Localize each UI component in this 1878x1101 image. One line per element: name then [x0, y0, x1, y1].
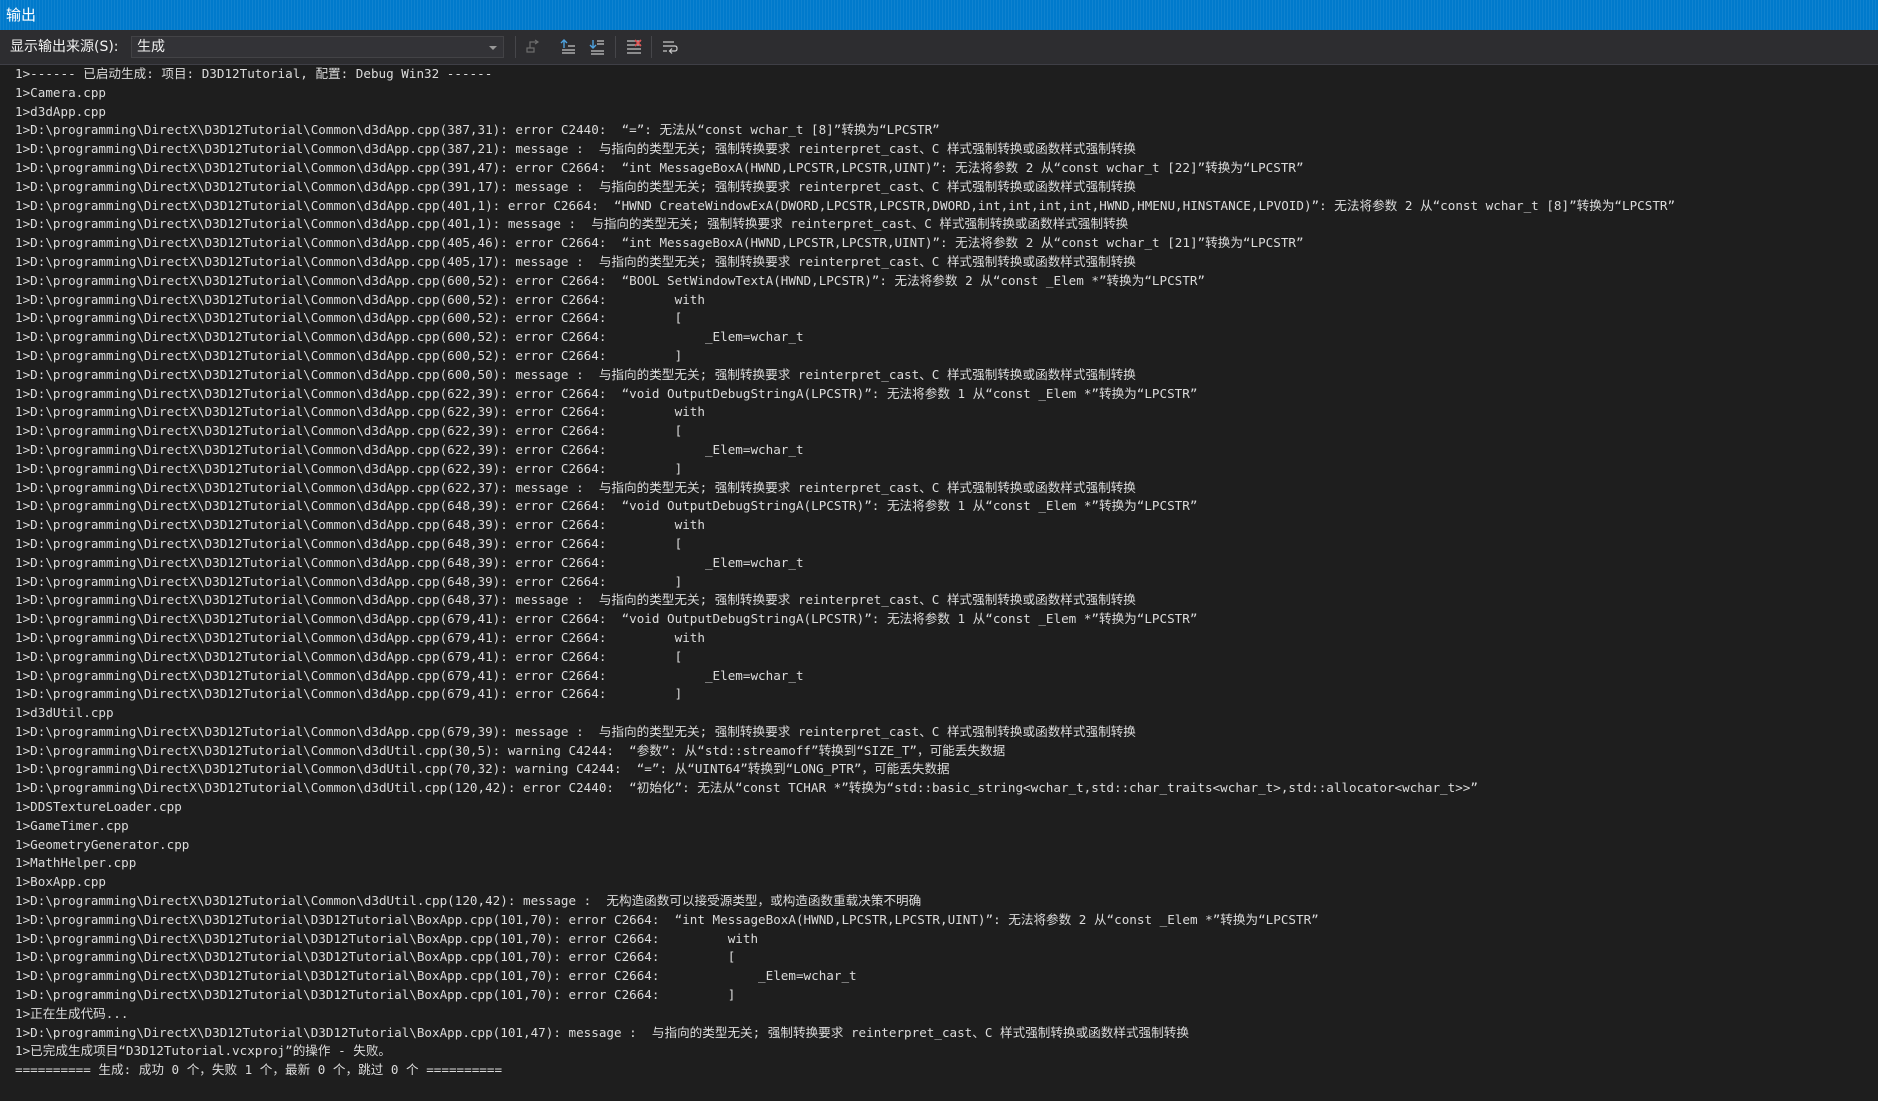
output-line: 1>D:\programming\DirectX\D3D12Tutorial\C…: [15, 648, 683, 664]
output-line: 1>D:\programming\DirectX\D3D12Tutorial\C…: [15, 611, 1198, 627]
output-line: 1>D:\programming\DirectX\D3D12Tutorial\C…: [15, 272, 1205, 288]
output-line: 1>D:\programming\DirectX\D3D12Tutorial\C…: [15, 404, 705, 420]
next-message-button[interactable]: [586, 36, 608, 58]
output-line: 1>D:\programming\DirectX\D3D12Tutorial\C…: [15, 667, 804, 683]
output-line: 1>DDSTextureLoader.cpp: [15, 799, 182, 815]
output-line: 1>D:\programming\DirectX\D3D12Tutorial\C…: [15, 178, 1136, 194]
output-toolbar: 显示输出来源(S): 生成: [0, 30, 1878, 65]
output-line: 1>d3dUtil.cpp: [15, 705, 114, 721]
output-line: 1>GameTimer.cpp: [15, 817, 129, 833]
output-line: ========== 生成: 成功 0 个，失败 1 个，最新 0 个，跳过 0…: [15, 1062, 503, 1078]
output-line: 1>D:\programming\DirectX\D3D12Tutorial\C…: [15, 761, 950, 777]
build-output-log: 1>------ 已启动生成: 项目: D3D12Tutorial, 配置: D…: [15, 65, 1878, 1080]
output-line: 1>D:\programming\DirectX\D3D12Tutorial\C…: [15, 554, 804, 570]
output-line: 1>D:\programming\DirectX\D3D12Tutorial\D…: [15, 949, 736, 965]
output-line: 1>D:\programming\DirectX\D3D12Tutorial\C…: [15, 122, 940, 138]
output-line: 1>d3dApp.cpp: [15, 103, 106, 119]
output-line: 1>D:\programming\DirectX\D3D12Tutorial\C…: [15, 723, 1136, 739]
output-line: 1>D:\programming\DirectX\D3D12Tutorial\D…: [15, 987, 736, 1003]
toolbar-separator: [515, 36, 516, 58]
output-line: 1>D:\programming\DirectX\D3D12Tutorial\C…: [15, 535, 683, 551]
output-line: 1>D:\programming\DirectX\D3D12Tutorial\C…: [15, 141, 1136, 157]
output-line: 1>D:\programming\DirectX\D3D12Tutorial\C…: [15, 423, 683, 439]
toolbar-separator: [651, 36, 652, 58]
output-line: 1>D:\programming\DirectX\D3D12Tutorial\C…: [15, 310, 683, 326]
chevron-down-icon: [489, 46, 497, 50]
output-window: 输出 显示输出来源(S): 生成 1>------ 已启动生成: 项目: D3D…: [0, 0, 1878, 1101]
output-line: 1>D:\programming\DirectX\D3D12Tutorial\C…: [15, 291, 705, 307]
output-line: 1>D:\programming\DirectX\D3D12Tutorial\C…: [15, 216, 1129, 232]
find-message-button[interactable]: [522, 36, 544, 58]
clear-all-button[interactable]: [623, 36, 645, 58]
output-line: 1>已完成生成项目“D3D12Tutorial.vcxproj”的操作 - 失败…: [15, 1043, 392, 1059]
output-line: 1>D:\programming\DirectX\D3D12Tutorial\C…: [15, 479, 1136, 495]
output-line: 1>Camera.cpp: [15, 84, 106, 100]
output-line: 1>D:\programming\DirectX\D3D12Tutorial\C…: [15, 629, 705, 645]
output-line: 1>D:\programming\DirectX\D3D12Tutorial\C…: [15, 460, 683, 476]
panel-title: 输出: [6, 6, 37, 24]
output-line: 1>D:\programming\DirectX\D3D12Tutorial\C…: [15, 366, 1136, 382]
output-line: 1>D:\programming\DirectX\D3D12Tutorial\C…: [15, 329, 804, 345]
output-line: 1>D:\programming\DirectX\D3D12Tutorial\D…: [15, 911, 1319, 927]
go-to-next-message-icon: [589, 40, 604, 55]
output-line: 1>D:\programming\DirectX\D3D12Tutorial\C…: [15, 573, 683, 589]
output-line: 1>BoxApp.cpp: [15, 874, 106, 890]
output-line: 1>D:\programming\DirectX\D3D12Tutorial\C…: [15, 893, 922, 909]
output-line: 1>D:\programming\DirectX\D3D12Tutorial\C…: [15, 517, 705, 533]
clear-all-icon: [627, 39, 642, 54]
output-line: 1>D:\programming\DirectX\D3D12Tutorial\C…: [15, 686, 683, 702]
output-line: 1>D:\programming\DirectX\D3D12Tutorial\C…: [15, 592, 1136, 608]
find-message-icon: [526, 39, 540, 53]
toolbar-separator: [615, 36, 616, 58]
output-source-value: 生成: [137, 39, 165, 55]
output-line: 1>D:\programming\DirectX\D3D12Tutorial\C…: [15, 347, 683, 363]
toggle-word-wrap-icon: [663, 41, 678, 54]
output-line: 1>D:\programming\DirectX\D3D12Tutorial\C…: [15, 780, 1478, 796]
output-line: 1>D:\programming\DirectX\D3D12Tutorial\C…: [15, 235, 1304, 251]
output-source-label: 显示输出来源(S):: [10, 39, 119, 55]
output-line: 1>正在生成代码...: [15, 1005, 129, 1021]
output-line: 1>D:\programming\DirectX\D3D12Tutorial\C…: [15, 498, 1198, 514]
output-line: 1>D:\programming\DirectX\D3D12Tutorial\C…: [15, 253, 1136, 269]
output-line: 1>GeometryGenerator.cpp: [15, 836, 190, 852]
go-to-previous-message-icon: [560, 39, 575, 54]
output-line: 1>MathHelper.cpp: [15, 855, 137, 871]
output-line: 1>D:\programming\DirectX\D3D12Tutorial\D…: [15, 930, 759, 946]
output-line: 1>D:\programming\DirectX\D3D12Tutorial\C…: [15, 385, 1198, 401]
output-text-area[interactable]: 1>------ 已启动生成: 项目: D3D12Tutorial, 配置: D…: [0, 65, 1878, 1101]
previous-message-button[interactable]: [557, 36, 579, 58]
word-wrap-button[interactable]: [659, 36, 681, 58]
output-panel-titlebar[interactable]: 输出: [0, 0, 1878, 30]
output-line: 1>D:\programming\DirectX\D3D12Tutorial\D…: [15, 968, 857, 984]
output-line: 1>D:\programming\DirectX\D3D12Tutorial\D…: [15, 1024, 1189, 1040]
output-line: 1>------ 已启动生成: 项目: D3D12Tutorial, 配置: D…: [15, 66, 493, 81]
output-line: 1>D:\programming\DirectX\D3D12Tutorial\C…: [15, 742, 1006, 758]
output-line: 1>D:\programming\DirectX\D3D12Tutorial\C…: [15, 159, 1304, 175]
output-source-dropdown[interactable]: 生成: [131, 36, 504, 58]
output-line: 1>D:\programming\DirectX\D3D12Tutorial\C…: [15, 441, 804, 457]
output-line: 1>D:\programming\DirectX\D3D12Tutorial\C…: [15, 197, 1676, 213]
